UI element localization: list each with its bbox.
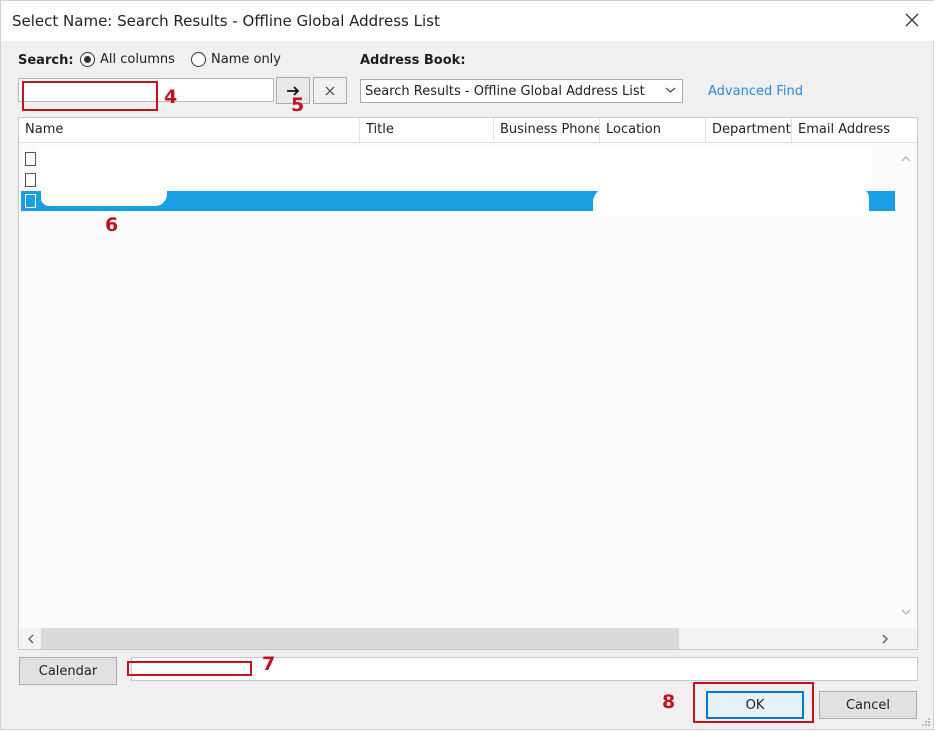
chevron-down-icon[interactable] (901, 609, 911, 616)
address-book-label: Address Book: (360, 53, 466, 68)
redacted-region (37, 146, 872, 189)
list-header: Name Title Business Phone Location Depar… (19, 118, 917, 143)
contact-card-icon (25, 173, 36, 187)
clear-search-button[interactable] (313, 77, 347, 104)
column-header-name[interactable]: Name (19, 118, 359, 142)
annotation-box-search (22, 81, 158, 111)
address-book-select[interactable]: Search Results - Offline Global Address … (360, 79, 683, 103)
contact-card-icon (25, 194, 36, 208)
annotation-box-ok (693, 682, 814, 723)
annotation-number-8: 8 (662, 691, 676, 713)
address-book-value: Search Results - Offline Global Address … (365, 84, 645, 99)
horizontal-scrollbar[interactable] (19, 628, 895, 649)
column-header-location[interactable]: Location (599, 118, 705, 142)
annotation-number-5: 5 (291, 94, 305, 116)
radio-name-only[interactable]: Name only (191, 52, 281, 67)
redacted-region (593, 188, 869, 216)
scrollbar-thumb[interactable] (41, 628, 679, 649)
column-header-email-address[interactable]: Email Address (791, 118, 917, 142)
resize-grip-icon[interactable] (921, 717, 931, 727)
close-icon (905, 13, 919, 27)
close-icon (325, 86, 335, 95)
radio-all-columns-label: All columns (100, 52, 175, 67)
column-header-business-phone[interactable]: Business Phone (493, 118, 599, 142)
advanced-find-link[interactable]: Advanced Find (708, 84, 803, 99)
annotation-number-4: 4 (164, 86, 178, 108)
radio-unselected-icon (191, 52, 206, 67)
results-list[interactable]: Name Title Business Phone Location Depar… (18, 117, 918, 650)
column-header-department[interactable]: Department (705, 118, 791, 142)
radio-selected-icon (80, 52, 95, 67)
window-title: Select Name: Search Results - Offline Gl… (12, 12, 440, 30)
annotation-number-7: 7 (262, 653, 276, 675)
chevron-left-icon[interactable] (27, 634, 34, 644)
redacted-region (41, 188, 167, 206)
column-header-title[interactable]: Title (359, 118, 493, 142)
vertical-scrollbar[interactable] (895, 143, 917, 629)
cancel-button[interactable]: Cancel (819, 691, 917, 719)
scroll-corner (895, 628, 917, 649)
chevron-right-icon[interactable] (882, 634, 889, 644)
close-button[interactable] (895, 5, 929, 35)
chevron-up-icon[interactable] (901, 155, 911, 162)
radio-name-only-label: Name only (211, 52, 281, 67)
radio-all-columns[interactable]: All columns (80, 52, 175, 67)
calendar-button[interactable]: Calendar (19, 657, 117, 685)
contact-card-icon (25, 152, 36, 166)
chevron-down-icon (665, 87, 676, 93)
title-bar: Select Name: Search Results - Offline Gl… (1, 1, 935, 41)
annotation-box-recipient (127, 661, 252, 676)
search-label: Search: (18, 53, 74, 68)
annotation-number-6: 6 (105, 214, 119, 236)
